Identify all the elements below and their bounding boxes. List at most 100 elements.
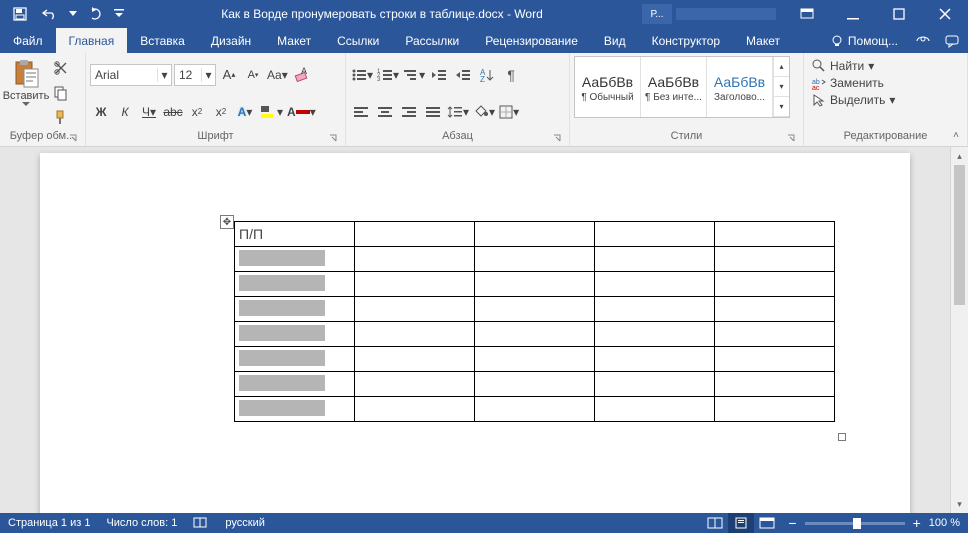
table-cell[interactable] xyxy=(715,372,835,397)
bold-button[interactable]: Ж xyxy=(90,101,112,123)
close-button[interactable] xyxy=(922,0,968,28)
tab-view[interactable]: Вид xyxy=(591,28,639,53)
tab-file[interactable]: Файл xyxy=(0,28,56,53)
font-launcher[interactable] xyxy=(329,134,341,146)
justify-button[interactable] xyxy=(422,101,444,123)
align-left-button[interactable] xyxy=(350,101,372,123)
subscript-button[interactable]: x2 xyxy=(186,101,208,123)
font-size-combo[interactable]: 12▾ xyxy=(174,64,216,86)
shading-button[interactable]: ▾ xyxy=(472,101,496,123)
ribbon-options-button[interactable] xyxy=(784,0,830,28)
document-scroll[interactable]: ✥ П/П xyxy=(0,147,950,513)
table-cell[interactable] xyxy=(475,347,595,372)
table-cell[interactable] xyxy=(235,322,355,347)
status-language[interactable]: русский xyxy=(217,517,272,529)
table-cell[interactable] xyxy=(355,347,475,372)
scroll-up-button[interactable]: ▴ xyxy=(951,147,968,165)
cut-button[interactable] xyxy=(50,57,72,79)
borders-button[interactable]: ▾ xyxy=(498,101,520,123)
numbering-button[interactable]: 123▾ xyxy=(376,64,400,86)
tab-mailings[interactable]: Рассылки xyxy=(392,28,472,53)
strikethrough-button[interactable]: abc xyxy=(162,101,184,123)
account-badge[interactable]: Р... xyxy=(642,4,672,24)
table-cell[interactable] xyxy=(475,322,595,347)
table-move-handle[interactable]: ✥ xyxy=(220,215,234,229)
align-right-button[interactable] xyxy=(398,101,420,123)
clipboard-launcher[interactable] xyxy=(69,134,81,146)
undo-button[interactable] xyxy=(36,2,64,26)
table-cell[interactable] xyxy=(355,247,475,272)
table-cell[interactable] xyxy=(715,347,835,372)
minimize-button[interactable] xyxy=(830,0,876,28)
grow-font-button[interactable]: A▴ xyxy=(218,64,240,86)
underline-button[interactable]: Ч▾ xyxy=(138,101,160,123)
table-cell[interactable] xyxy=(715,322,835,347)
italic-button[interactable]: К xyxy=(114,101,136,123)
table-cell[interactable] xyxy=(475,372,595,397)
table-cell[interactable] xyxy=(715,397,835,422)
table-cell[interactable] xyxy=(475,297,595,322)
redo-button[interactable] xyxy=(82,2,110,26)
status-page[interactable]: Страница 1 из 1 xyxy=(0,517,98,529)
tab-insert[interactable]: Вставка xyxy=(127,28,198,53)
tab-table-design[interactable]: Конструктор xyxy=(639,28,733,53)
styles-scroll-up[interactable]: ▴ xyxy=(773,57,789,77)
view-read-mode[interactable] xyxy=(702,513,728,533)
table-cell[interactable] xyxy=(355,397,475,422)
show-marks-button[interactable]: ¶ xyxy=(500,64,522,86)
tell-me-button[interactable]: Помощ... xyxy=(820,28,908,53)
zoom-slider[interactable] xyxy=(805,522,905,525)
collapse-ribbon-button[interactable]: ˄ xyxy=(948,130,964,144)
view-print-layout[interactable] xyxy=(728,513,754,533)
table-cell[interactable] xyxy=(475,272,595,297)
table-cell[interactable] xyxy=(355,272,475,297)
chevron-down-icon[interactable]: ▾ xyxy=(157,68,171,82)
table-cell[interactable] xyxy=(235,272,355,297)
font-name-combo[interactable]: Arial▾ xyxy=(90,64,172,86)
table-cell[interactable] xyxy=(715,297,835,322)
shrink-font-button[interactable]: A▾ xyxy=(242,64,264,86)
tab-design[interactable]: Дизайн xyxy=(198,28,264,53)
scroll-down-button[interactable]: ▾ xyxy=(951,495,968,513)
chevron-down-icon[interactable]: ▾ xyxy=(201,68,215,82)
table-cell[interactable] xyxy=(595,247,715,272)
clear-formatting-button[interactable]: A xyxy=(291,64,313,86)
zoom-slider-thumb[interactable] xyxy=(853,518,861,529)
status-spellcheck[interactable] xyxy=(185,516,217,530)
table-cell[interactable] xyxy=(595,297,715,322)
table-cell[interactable] xyxy=(355,297,475,322)
save-button[interactable] xyxy=(6,2,34,26)
table-cell[interactable] xyxy=(235,397,355,422)
comments-icon[interactable] xyxy=(945,34,961,48)
table-cell[interactable] xyxy=(235,372,355,397)
replace-button[interactable]: abacЗаменить xyxy=(810,75,897,91)
superscript-button[interactable]: x2 xyxy=(210,101,232,123)
zoom-in-button[interactable]: + xyxy=(913,515,921,531)
table-cell[interactable] xyxy=(475,222,595,247)
table-cell[interactable] xyxy=(715,247,835,272)
table-cell[interactable] xyxy=(595,222,715,247)
table-cell[interactable] xyxy=(235,347,355,372)
decrease-indent-button[interactable] xyxy=(428,64,450,86)
table-resize-handle[interactable] xyxy=(838,433,846,441)
table-cell[interactable] xyxy=(475,247,595,272)
styles-expand[interactable]: ▾ xyxy=(773,97,789,117)
paragraph-launcher[interactable] xyxy=(553,134,565,146)
paste-button[interactable]: Вставить xyxy=(4,56,48,130)
copy-button[interactable] xyxy=(50,82,72,104)
table-cell[interactable] xyxy=(715,272,835,297)
table-cell[interactable] xyxy=(595,322,715,347)
font-color-button[interactable]: A▾ xyxy=(286,101,317,123)
table-cell[interactable] xyxy=(715,222,835,247)
style-normal[interactable]: АаБбВв¶ Обычный xyxy=(575,57,641,117)
style-heading1[interactable]: АаБбВвЗаголово... xyxy=(707,57,773,117)
increase-indent-button[interactable] xyxy=(452,64,474,86)
select-button[interactable]: Выделить ▾ xyxy=(810,92,897,108)
table-cell[interactable] xyxy=(355,372,475,397)
table-cell[interactable] xyxy=(355,322,475,347)
table-cell[interactable] xyxy=(595,397,715,422)
table-cell[interactable] xyxy=(235,247,355,272)
highlight-button[interactable]: ▾ xyxy=(258,101,284,123)
zoom-out-button[interactable]: − xyxy=(788,515,796,531)
status-words[interactable]: Число слов: 1 xyxy=(98,517,185,529)
